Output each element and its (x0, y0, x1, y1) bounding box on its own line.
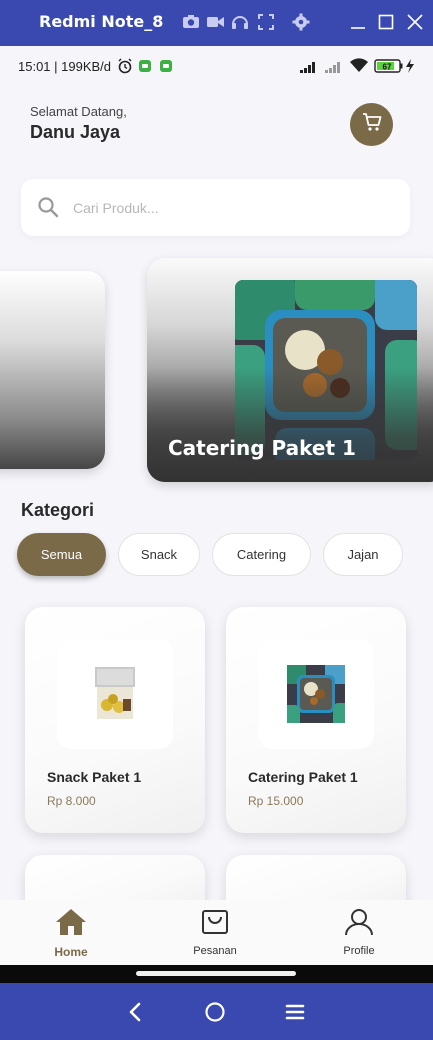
home-icon (55, 908, 87, 941)
status-bar: 15:01 | 199KB/d 67 (0, 46, 433, 88)
product-price: Rp 8.000 (47, 794, 96, 808)
window-title: Redmi Note_8 (39, 12, 164, 31)
home-circle-icon[interactable] (204, 1001, 226, 1023)
carousel-title: Catering Paket 1 (168, 436, 356, 460)
fullscreen-icon[interactable] (256, 12, 276, 32)
status-time: 15:01 | 199KB/d (18, 59, 112, 74)
signal-icon (325, 60, 345, 78)
menu-icon[interactable] (284, 1001, 306, 1023)
signal-icon (300, 60, 320, 78)
back-icon[interactable] (125, 1001, 147, 1023)
settings-icon[interactable] (291, 12, 311, 32)
emulator-title-bar: Redmi Note_8 (0, 0, 433, 46)
search-bar (21, 179, 410, 236)
battery-level: 67 (383, 63, 392, 72)
carousel-overlay (147, 368, 433, 482)
category-section-title: Kategori (21, 500, 95, 520)
greeting-text: Selamat Datang, (30, 104, 127, 119)
product-card[interactable]: Snack Paket 1 Rp 8.000 (25, 607, 205, 833)
bottom-navigation: Home Pesanan Profile (0, 900, 433, 965)
profile-icon (344, 908, 374, 941)
nav-label-pesanan: Pesanan (193, 945, 237, 957)
search-input[interactable] (73, 195, 393, 221)
app-screen: Redmi Note_8 15:01 | 199KB/d 67 Selamat … (0, 0, 433, 1040)
category-chip-semua[interactable]: Semua (17, 533, 106, 576)
camera-icon[interactable] (181, 12, 201, 32)
maximize-icon[interactable] (376, 12, 396, 32)
nav-item-profile[interactable]: Profile (314, 908, 404, 957)
nav-item-pesanan[interactable]: Pesanan (170, 908, 260, 957)
charging-icon (405, 59, 415, 78)
cart-icon (361, 111, 383, 138)
nav-label-home: Home (54, 945, 88, 959)
minimize-icon[interactable] (348, 12, 368, 32)
app-notification-icon (159, 59, 173, 78)
category-chip-snack[interactable]: Snack (118, 533, 200, 576)
alarm-icon (117, 58, 133, 79)
app-notification-icon (138, 59, 152, 78)
product-card[interactable]: Catering Paket 1 Rp 15.000 (226, 607, 406, 833)
product-image (57, 639, 173, 749)
user-name: Danu Jaya (30, 122, 121, 142)
wifi-icon (349, 58, 369, 79)
product-name: Snack Paket 1 (47, 769, 142, 785)
carousel-card[interactable] (0, 271, 105, 469)
headphones-icon[interactable] (230, 12, 250, 32)
nav-item-home[interactable]: Home (26, 908, 116, 959)
product-image (258, 639, 374, 749)
video-icon[interactable] (205, 12, 225, 32)
shopping-bag-icon (200, 908, 230, 941)
battery-icon: 67 (374, 59, 404, 78)
home-indicator[interactable] (136, 971, 296, 976)
product-name: Catering Paket 1 (248, 769, 358, 785)
cart-button[interactable] (350, 103, 393, 146)
carousel-card[interactable]: Catering Paket 1 (147, 258, 433, 482)
nav-label-profile: Profile (343, 945, 375, 957)
close-icon[interactable] (405, 12, 425, 32)
product-price: Rp 15.000 (248, 794, 304, 808)
category-chip-catering[interactable]: Catering (212, 533, 311, 576)
category-chip-jajan[interactable]: Jajan (323, 533, 403, 576)
search-icon (37, 196, 59, 218)
system-navigation-bar (0, 983, 433, 1040)
